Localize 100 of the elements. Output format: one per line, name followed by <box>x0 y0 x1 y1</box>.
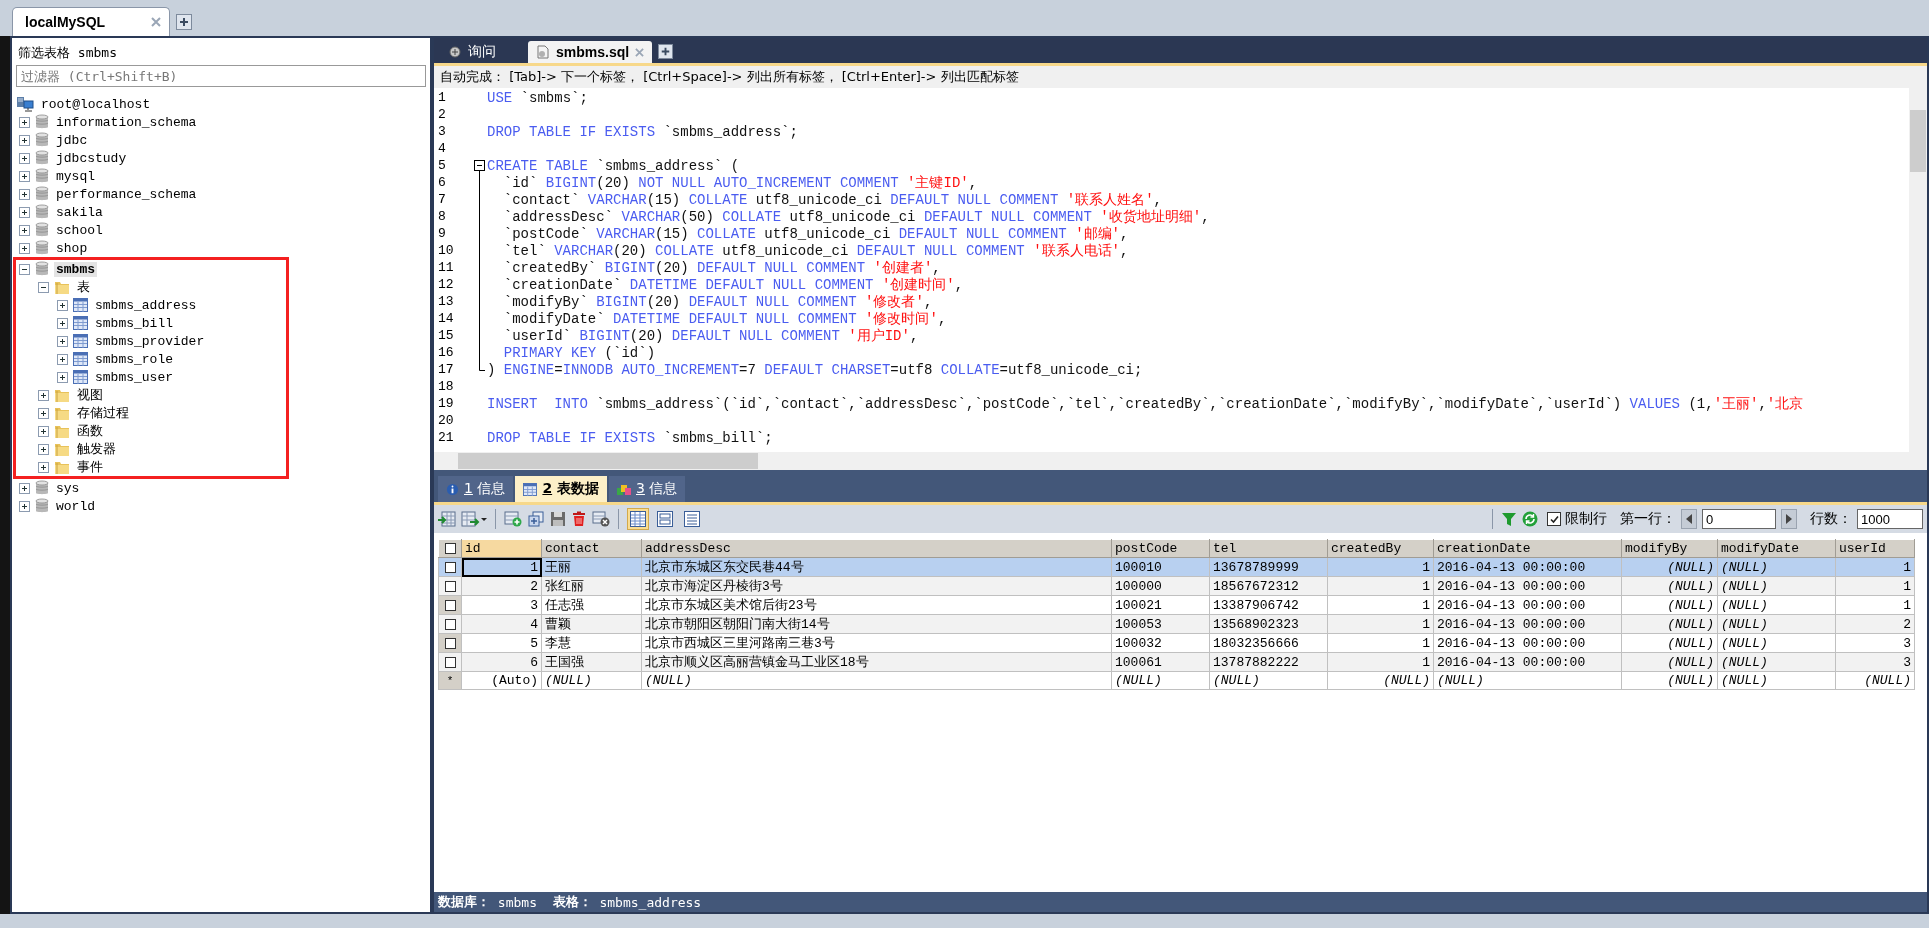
checkbox[interactable] <box>444 561 456 573</box>
first-row-field[interactable]: 0 <box>1702 509 1776 529</box>
column-header[interactable]: addressDesc <box>641 539 1112 558</box>
collapse-icon[interactable] <box>474 157 485 174</box>
editor-tab[interactable]: smbms.sql <box>528 41 653 63</box>
tree-item[interactable]: 触发器 <box>75 440 118 458</box>
tree-item[interactable]: mysql <box>54 168 97 184</box>
expand-icon[interactable] <box>19 206 30 218</box>
database-icon <box>35 498 49 514</box>
new-tab-icon[interactable] <box>176 14 192 30</box>
tree-item[interactable]: world <box>54 498 97 514</box>
tree-item[interactable]: smbms_user <box>93 369 175 385</box>
column-header[interactable]: contact <box>541 539 642 558</box>
result-tab[interactable]: 2 表数据 <box>515 476 607 502</box>
tree-item[interactable]: 视图 <box>75 386 105 404</box>
next-button[interactable] <box>1781 509 1797 529</box>
collapse-icon[interactable] <box>19 263 30 275</box>
expand-icon[interactable] <box>19 242 30 254</box>
checkbox[interactable] <box>444 637 456 649</box>
column-header[interactable]: id <box>461 539 542 558</box>
table-row[interactable]: 3 任志强 北京市东城区美术馆后街23号 100021 13387906742 1 2016-04-13 00:00:00 (NULL) (NULL) 1 <box>438 595 1915 615</box>
tree-item[interactable]: smbms_provider <box>93 333 207 349</box>
expand-icon[interactable] <box>19 224 30 236</box>
tree-item[interactable]: smbms <box>54 261 97 277</box>
connection-tab[interactable]: localMySQL <box>12 7 170 36</box>
tree-item[interactable]: 存储过程 <box>75 404 131 422</box>
horizontal-scrollbar[interactable] <box>434 452 1927 470</box>
tree-item[interactable]: smbms_bill <box>93 315 175 331</box>
expand-icon[interactable] <box>38 443 49 455</box>
column-header[interactable]: modifyDate <box>1717 539 1836 558</box>
table-row[interactable]: 5 李慧 北京市西城区三里河路南三巷3号 100032 18032356666 1 2016-04-13 00:00:00 (NULL) (NULL) 3 <box>438 633 1915 653</box>
result-tab[interactable]: 1 信息 <box>438 476 514 502</box>
header-cell[interactable] <box>438 539 462 558</box>
filter-field[interactable]: 过滤器 (Ctrl+Shift+B) <box>16 65 426 87</box>
collapse-icon[interactable] <box>38 281 49 293</box>
tree-item[interactable]: root@localhost <box>39 96 153 112</box>
previous-button[interactable] <box>1681 509 1697 529</box>
expand-icon[interactable] <box>38 389 49 401</box>
table-row[interactable]: 2 张红丽 北京市海淀区丹棱街3号 100000 18567672312 1 2016-04-13 00:00:00 (NULL) (NULL) 1 <box>438 576 1915 596</box>
delete-icon[interactable] <box>571 511 587 527</box>
new-tab-icon[interactable] <box>658 44 674 59</box>
expand-icon[interactable] <box>38 461 49 473</box>
export-icon[interactable] <box>461 511 487 527</box>
table-cell: 1 <box>1835 595 1915 615</box>
duplicate-icon[interactable] <box>527 511 545 527</box>
tree-item[interactable]: sakila <box>54 204 105 220</box>
column-header[interactable]: userId <box>1835 539 1915 558</box>
checkbox[interactable] <box>444 618 456 630</box>
tree-item[interactable]: 函数 <box>75 422 105 440</box>
add-row-icon[interactable] <box>504 511 522 527</box>
expand-icon[interactable] <box>57 335 68 347</box>
table-row[interactable]: * (Auto) (NULL) (NULL) (NULL) (NULL) (NULL) (NULL) (NULL) (NULL) (NULL) <box>438 671 1915 690</box>
column-header[interactable]: postCode <box>1111 539 1210 558</box>
expand-icon[interactable] <box>19 500 30 512</box>
form-view-button[interactable] <box>654 508 676 530</box>
tree-item[interactable]: sys <box>54 480 82 496</box>
expand-icon[interactable] <box>19 188 30 200</box>
column-header[interactable]: modifyBy <box>1621 539 1718 558</box>
cancel-icon[interactable] <box>592 511 610 527</box>
save-icon[interactable] <box>550 511 566 527</box>
expand-icon[interactable] <box>57 353 68 365</box>
import-icon[interactable] <box>438 511 456 527</box>
tree-item[interactable]: 事件 <box>75 458 105 476</box>
tree-item[interactable]: shop <box>54 240 90 256</box>
table-row[interactable]: 4 曹颖 北京市朝阳区朝阳门南大街14号 100053 13568902323 1 2016-04-13 00:00:00 (NULL) (NULL) 2 <box>438 614 1915 634</box>
tree-item[interactable]: 表 <box>75 278 92 296</box>
expand-icon[interactable] <box>19 116 30 128</box>
expand-icon[interactable] <box>19 152 30 164</box>
expand-icon[interactable] <box>57 371 68 383</box>
grid-view-button[interactable] <box>627 508 649 530</box>
tree-item[interactable]: school <box>54 222 105 238</box>
column-header[interactable]: createdBy <box>1327 539 1434 558</box>
expand-icon[interactable] <box>57 299 68 311</box>
expand-icon[interactable] <box>19 170 30 182</box>
expand-icon[interactable] <box>57 317 68 329</box>
row-count-field[interactable]: 1000 <box>1857 509 1923 529</box>
expand-icon[interactable] <box>19 482 30 494</box>
table-row[interactable]: 6 王国强 北京市顺义区高丽营镇金马工业区18号 100061 13787882222 1 2016-04-13 00:00:00 (NULL) (NULL) 3 <box>438 652 1915 672</box>
table-row[interactable]: 1 王丽 北京市东城区东交民巷44号 100010 13678789999 1 2016-04-13 00:00:00 (NULL) (NULL) 1 <box>438 557 1915 577</box>
expand-icon[interactable] <box>38 407 49 419</box>
checkbox[interactable] <box>444 599 456 611</box>
text-view-button[interactable] <box>681 508 703 530</box>
tree-item[interactable]: performance_schema <box>54 186 199 202</box>
checkbox[interactable] <box>444 543 456 555</box>
checkbox[interactable] <box>444 580 456 592</box>
result-tab[interactable]: 3 信息 <box>609 476 686 502</box>
refresh-icon[interactable] <box>1522 511 1538 527</box>
column-header[interactable]: tel <box>1209 539 1328 558</box>
tree-item[interactable]: information_schema <box>54 114 199 130</box>
tree-item[interactable]: jdbcstudy <box>54 150 129 166</box>
tree-item[interactable]: smbms_address <box>93 297 199 313</box>
column-header[interactable]: creationDate <box>1433 539 1622 558</box>
filter-icon[interactable] <box>1501 511 1517 527</box>
tree-item[interactable]: jdbc <box>54 132 90 148</box>
checkbox[interactable] <box>444 656 456 668</box>
expand-icon[interactable] <box>38 425 49 437</box>
limit-rows-checkbox[interactable]: 限制行 <box>1547 510 1607 528</box>
tree-item[interactable]: smbms_role <box>93 351 175 367</box>
expand-icon[interactable] <box>19 134 30 146</box>
editor-tab[interactable]: 询问 <box>440 41 526 63</box>
